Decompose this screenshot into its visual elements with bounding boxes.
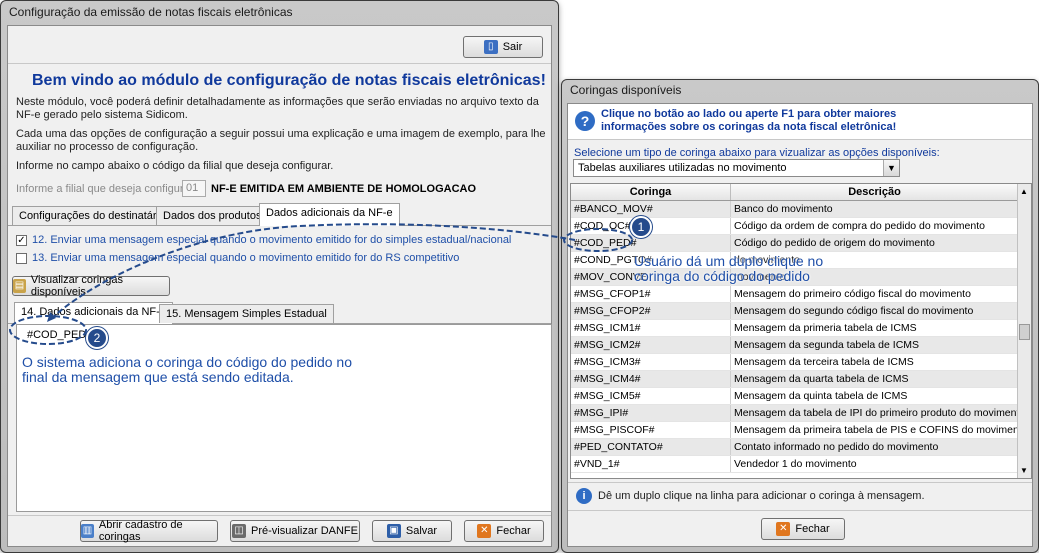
annotation-overlay — [9, 223, 633, 345]
step-2-annotation: O sistema adiciona o coringa do código d… — [22, 354, 352, 385]
step-1-badge: 1 — [630, 216, 652, 238]
step-2-badge: 2 — [86, 327, 108, 349]
step-1-annotation: Usuário dá um duplo clique no coringa do… — [634, 253, 824, 284]
annotation-arrow — [49, 223, 576, 321]
